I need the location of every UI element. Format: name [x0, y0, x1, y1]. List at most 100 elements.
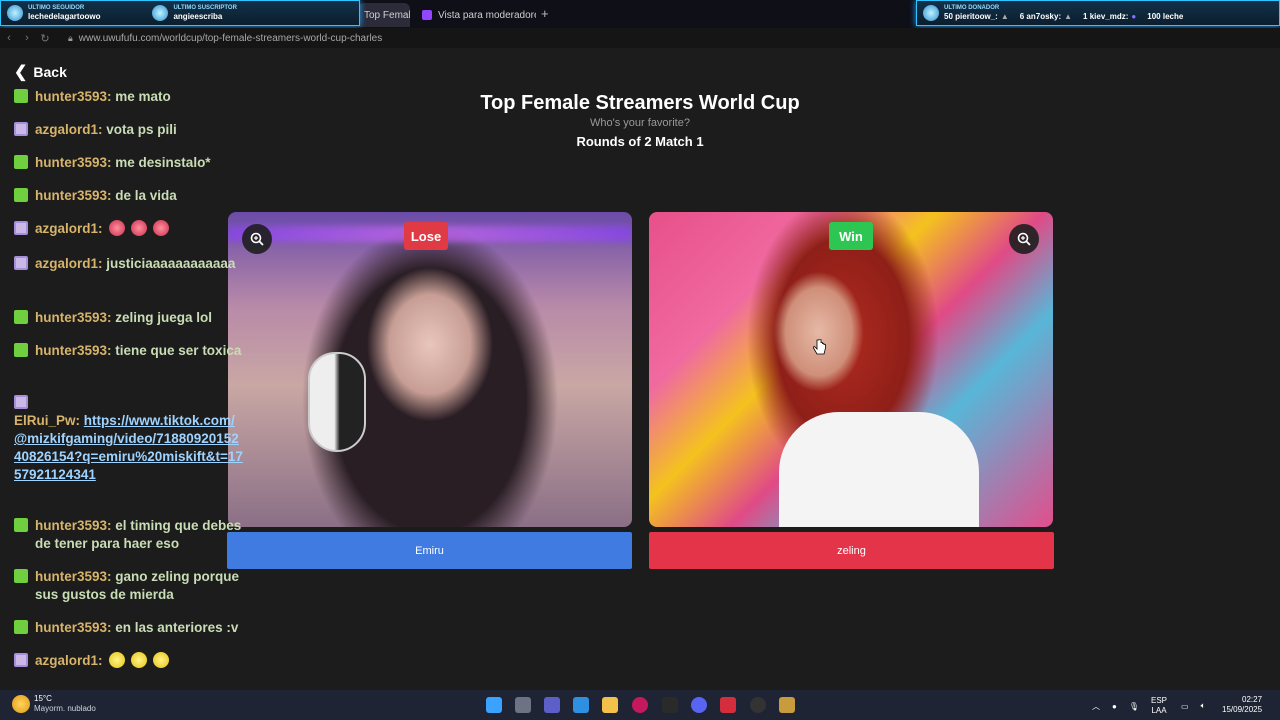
zoom-icon[interactable] — [1009, 224, 1039, 254]
task-view-icon[interactable] — [515, 697, 531, 713]
donor-item: 6 an7osky: ▲ — [1019, 12, 1073, 21]
language-indicator[interactable]: ESP LAA — [1151, 696, 1167, 716]
photo-shirt — [779, 412, 979, 527]
tray-app-icon[interactable]: ● — [1112, 702, 1117, 711]
system-tray: ︿ ● 🎙︎ ESP LAA ▭ 🔈︎ — [1092, 696, 1217, 716]
photo-mouse — [308, 352, 366, 452]
badge-icon — [14, 518, 28, 532]
gem-icon — [923, 5, 939, 21]
chat-message: hunter3593: el timing que debes de tener… — [14, 517, 246, 553]
app-icon[interactable] — [720, 697, 736, 713]
tab-moderator-view[interactable]: Vista para moderadores o — [418, 3, 536, 27]
donor-item: 50 pieritoow_: ▲ — [944, 12, 1009, 21]
badge-icon — [14, 155, 28, 169]
duck-emote-icon — [108, 652, 125, 668]
lose-badge: Lose — [404, 222, 448, 250]
chevron-left-icon: ❮ — [14, 64, 28, 81]
badge-icon — [14, 122, 28, 136]
follower-name: lechedelagartoowo — [28, 12, 101, 21]
forward-nav-icon[interactable]: › — [18, 32, 36, 44]
donor-item: 100 leche — [1147, 12, 1184, 21]
badge-icon — [14, 569, 28, 583]
badge-icon — [14, 221, 28, 235]
donor-list: 50 pieritoow_: ▲ 6 an7osky: ▲ 1 kiev_mdz: ●… — [944, 12, 1183, 21]
obs-icon[interactable] — [750, 697, 766, 713]
back-label: Back — [33, 64, 67, 80]
duck-emote-icon — [130, 652, 147, 668]
tab-worldcup[interactable]: Top Female Streamers W — [358, 3, 410, 27]
microphone-icon[interactable]: 🎙︎ — [1129, 702, 1139, 711]
subscriber-caption: ULTIMO SUSCRIPTOR — [173, 5, 237, 11]
address-bar: ‹ › ↻ 🔒︎ www.uwufufu.com/worldcup/top-fe… — [0, 28, 1280, 48]
weather-widget[interactable]: 15°C Mayorm. nublado — [12, 694, 96, 714]
chat-message: hunter3593: de la vida — [14, 187, 246, 205]
flame-emote-icon — [152, 220, 169, 236]
url-field[interactable]: www.uwufufu.com/worldcup/top-female-stre… — [79, 33, 382, 44]
badge-icon — [14, 89, 28, 103]
chat-message: azgalord1: — [14, 652, 246, 670]
gem-icon — [7, 5, 23, 21]
volume-icon[interactable]: 🔈︎ — [1201, 701, 1206, 711]
store-icon[interactable] — [573, 697, 589, 713]
choose-left-button[interactable]: Emiru — [227, 532, 632, 569]
tab-label: Vista para moderadores o — [438, 9, 536, 21]
badge-icon — [14, 188, 28, 202]
subscriber-name: angieescriba — [173, 12, 223, 21]
chat-message: hunter3593: zeling juega lol — [14, 309, 246, 327]
start-icon[interactable] — [486, 697, 502, 713]
app-icon[interactable] — [662, 697, 678, 713]
lock-icon: 🔒︎ — [68, 32, 73, 43]
chat-message: hunter3593: me mato — [14, 88, 246, 106]
gem-icon — [152, 5, 169, 21]
chat-message: hunter3593: tiene que ser toxica — [14, 342, 246, 360]
chevron-up-icon[interactable]: ︿ — [1092, 701, 1100, 712]
stream-overlay-right: ULTIMO DONADOR 50 pieritoow_: ▲ 6 an7osky… — [916, 0, 1280, 26]
twitch-icon — [422, 10, 432, 20]
windows-taskbar: 15°C Mayorm. nublado ︿ ● 🎙︎ ESP LAA ▭ 🔈︎… — [0, 690, 1280, 720]
flame-emote-icon — [108, 220, 125, 236]
hand-cursor-icon — [812, 338, 827, 362]
chat-message: azgalord1: vota ps pili — [14, 121, 246, 139]
choose-right-button[interactable]: zeling — [649, 532, 1054, 569]
chat-message: ElRui_Pw: https://www.tiktok.com/@mizkif… — [14, 394, 246, 484]
duck-emote-icon — [152, 652, 169, 668]
win-badge: Win — [829, 222, 873, 250]
follower-caption: ULTIMO SEGUIDOR — [28, 5, 85, 11]
reload-icon[interactable]: ↻ — [36, 32, 54, 45]
candidate-card-right[interactable]: Win — [649, 212, 1053, 527]
chat-message: hunter3593: en las anteriores :v — [14, 619, 246, 637]
teams-icon[interactable] — [544, 697, 560, 713]
temperature: 15°C — [34, 694, 52, 703]
badge-icon — [14, 653, 28, 667]
donor-caption: ULTIMO DONADOR — [944, 5, 1000, 11]
opera-icon[interactable] — [632, 697, 648, 713]
weather-icon — [12, 695, 30, 713]
chat-message: azgalord1: justiciaaaaaaaaaaaa — [14, 255, 246, 273]
last-follower: ULTIMO SEGUIDOR lechedelagartoowo — [1, 5, 106, 21]
badge-icon — [14, 620, 28, 634]
flame-emote-icon — [130, 220, 147, 236]
candidate-card-left[interactable]: Lose — [228, 212, 632, 527]
file-explorer-icon[interactable] — [602, 697, 618, 713]
back-nav-icon[interactable]: ‹ — [0, 32, 18, 44]
badge-icon — [14, 343, 28, 357]
back-button[interactable]: ❮ Back — [14, 62, 67, 82]
badge-icon — [14, 310, 28, 324]
stream-overlay-left: ULTIMO SEGUIDOR lechedelagartoowo ULTIMO… — [0, 0, 360, 26]
stream-chat: hunter3593: me mato azgalord1: vota ps p… — [0, 88, 250, 688]
chat-message: hunter3593: gano zeling porque sus gusto… — [14, 568, 246, 604]
chat-message: azgalord1: — [14, 220, 246, 238]
weather-condition: Mayorm. nublado — [34, 704, 96, 713]
last-subscriber: ULTIMO SUSCRIPTOR angieescriba — [146, 5, 242, 21]
clock[interactable]: 02:27 15/09/2025 — [1222, 695, 1262, 715]
discord-icon[interactable] — [691, 697, 707, 713]
badge-icon — [14, 256, 28, 270]
donor-item: 1 kiev_mdz: ● — [1083, 12, 1137, 21]
league-icon[interactable] — [779, 697, 795, 713]
new-tab-button[interactable]: + — [541, 6, 549, 21]
chat-message: hunter3593: me desinstalo* — [14, 154, 246, 172]
badge-icon — [14, 395, 28, 409]
last-donor: ULTIMO DONADOR 50 pieritoow_: ▲ 6 an7osky… — [917, 5, 1189, 21]
tab-label: Top Female Streamers W — [364, 9, 410, 21]
network-icon[interactable]: ▭ — [1181, 702, 1189, 711]
